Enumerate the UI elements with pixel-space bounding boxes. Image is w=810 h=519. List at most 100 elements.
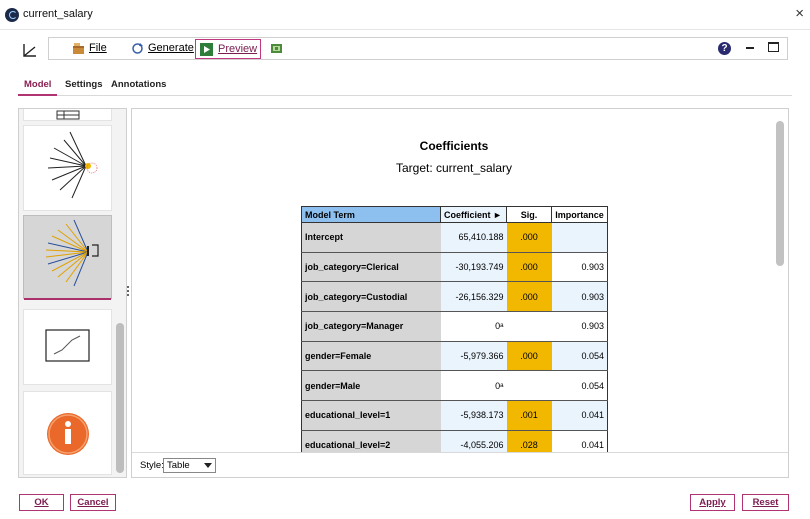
importance-cell: 0.903 bbox=[551, 252, 608, 283]
title-bar: current_salary × bbox=[0, 0, 810, 30]
model-term-cell: Intercept bbox=[301, 222, 441, 253]
thumbnail-table[interactable] bbox=[23, 109, 112, 121]
coefficients-table: Model Term Coefficient ► Sig. Importance… bbox=[301, 206, 608, 452]
tab-bar: Model Settings Annotations bbox=[17, 76, 792, 96]
sig-cell: .028 bbox=[506, 430, 552, 452]
preview-label: Preview bbox=[218, 43, 258, 55]
tab-annotations[interactable]: Annotations bbox=[111, 79, 166, 90]
model-term-cell: job_category=Custodial bbox=[301, 281, 441, 313]
thumbnail-line-chart[interactable] bbox=[23, 309, 112, 385]
thumbnail-scroll-thumb[interactable] bbox=[116, 323, 124, 473]
thumbnail-scrollbar[interactable] bbox=[116, 111, 124, 475]
export-icon bbox=[271, 44, 282, 53]
importance-cell: 0.054 bbox=[551, 370, 608, 402]
reset-label: Reset bbox=[752, 497, 779, 508]
play-icon bbox=[200, 43, 213, 56]
model-term-cell: educational_level=1 bbox=[301, 400, 441, 431]
sig-cell: .000 bbox=[506, 222, 552, 253]
ok-label: OK bbox=[34, 497, 49, 508]
column-header-importance[interactable]: Importance bbox=[551, 206, 608, 223]
coefficients-title: Coefficients bbox=[419, 139, 489, 153]
file-label: File bbox=[89, 42, 107, 54]
importance-cell: 0.054 bbox=[551, 341, 608, 372]
coefficient-cell: -26,156.329 bbox=[440, 281, 507, 313]
model-term-cell: educational_level=2 bbox=[301, 430, 441, 452]
panel-splitter-handle[interactable] bbox=[127, 286, 130, 300]
maximize-icon[interactable] bbox=[768, 42, 779, 52]
sig-cell: .001 bbox=[506, 400, 552, 431]
importance-cell: 0.903 bbox=[551, 311, 608, 342]
style-select-value: Table bbox=[167, 460, 190, 471]
table-row: gender=Male 0ᵃ 0.054 bbox=[301, 370, 608, 402]
content-scrollbar[interactable] bbox=[776, 121, 784, 266]
style-select[interactable]: Table bbox=[163, 458, 216, 473]
model-viewer-panel: Coefficients Target: current_salary Mode… bbox=[131, 108, 789, 478]
window-title: current_salary bbox=[23, 8, 93, 20]
table-row: gender=Female -5,979.366 .000 0.054 bbox=[301, 341, 608, 372]
column-header-coefficient[interactable]: Coefficient ► bbox=[440, 206, 507, 223]
sig-cell bbox=[506, 311, 552, 342]
tab-model[interactable]: Model bbox=[17, 79, 59, 96]
coefficient-cell: -4,055.206 bbox=[440, 430, 507, 452]
column-header-model-term[interactable]: Model Term bbox=[301, 206, 441, 223]
importance-cell bbox=[551, 222, 608, 253]
export-button[interactable] bbox=[270, 40, 284, 58]
file-icon bbox=[73, 43, 84, 54]
info-icon bbox=[47, 413, 89, 455]
model-term-cell: job_category=Manager bbox=[301, 311, 441, 342]
table-row: job_category=Clerical -30,193.749 .000 0… bbox=[301, 252, 608, 283]
apply-label: Apply bbox=[699, 497, 726, 508]
table-row: job_category=Custodial -26,156.329 .000 … bbox=[301, 281, 608, 313]
preview-button[interactable]: Preview bbox=[195, 39, 261, 59]
generate-icon bbox=[132, 43, 143, 54]
sig-cell: .000 bbox=[506, 341, 552, 372]
coefficient-cell: -5,938.173 bbox=[440, 400, 507, 431]
coefficients-target: Target: current_salary bbox=[395, 161, 513, 175]
style-bar: Style: Table bbox=[132, 452, 788, 477]
coefficient-cell: 0ᵃ bbox=[440, 311, 507, 342]
thumbnail-network[interactable] bbox=[23, 125, 112, 211]
network-diagram-icon bbox=[47, 131, 98, 199]
sig-cell: .000 bbox=[506, 252, 552, 283]
tab-settings[interactable]: Settings bbox=[65, 79, 102, 90]
coefficients-view: Coefficients Target: current_salary Mode… bbox=[132, 109, 788, 452]
sig-cell bbox=[506, 370, 552, 402]
app-icon bbox=[5, 8, 19, 22]
thumbnail-info[interactable] bbox=[23, 391, 112, 475]
coefficient-cell: -30,193.749 bbox=[440, 252, 507, 283]
cancel-button[interactable]: Cancel bbox=[70, 494, 116, 511]
reset-button[interactable]: Reset bbox=[742, 494, 789, 511]
cancel-label: Cancel bbox=[77, 497, 109, 508]
table-row: Intercept 65,410.188 .000 bbox=[301, 222, 608, 253]
model-term-cell: gender=Female bbox=[301, 341, 441, 372]
line-chart-icon bbox=[45, 329, 90, 362]
model-term-cell: gender=Male bbox=[301, 370, 441, 402]
thumbnail-coefficients[interactable] bbox=[23, 215, 112, 300]
style-label: Style: bbox=[140, 460, 164, 471]
table-icon bbox=[56, 110, 80, 120]
model-term-cell: job_category=Clerical bbox=[301, 252, 441, 283]
table-row: job_category=Manager 0ᵃ 0.903 bbox=[301, 311, 608, 342]
minimize-icon[interactable] bbox=[745, 41, 755, 51]
column-header-sig[interactable]: Sig. bbox=[506, 206, 552, 223]
importance-cell: 0.903 bbox=[551, 281, 608, 313]
generate-label: Generate bbox=[148, 42, 194, 54]
coefficient-cell: -5,979.366 bbox=[440, 341, 507, 372]
model-nugget-icon bbox=[23, 44, 36, 57]
generate-menu-button[interactable]: Generate bbox=[129, 40, 194, 58]
coefficient-cell: 0ᵃ bbox=[440, 370, 507, 402]
close-icon[interactable]: × bbox=[795, 5, 804, 23]
help-icon[interactable]: ? bbox=[718, 42, 731, 55]
toolbar: File Generate Preview ? bbox=[48, 37, 788, 60]
table-row: educational_level=1 -5,938.173 .001 0.04… bbox=[301, 400, 608, 431]
sig-cell: .000 bbox=[506, 281, 552, 313]
importance-cell: 0.041 bbox=[551, 430, 608, 452]
file-menu-button[interactable]: File bbox=[70, 40, 107, 58]
importance-cell: 0.041 bbox=[551, 400, 608, 431]
chevron-down-icon bbox=[204, 463, 212, 468]
view-thumbnail-panel bbox=[18, 108, 127, 478]
coefficient-cell: 65,410.188 bbox=[440, 222, 507, 253]
table-row: educational_level=2 -4,055.206 .028 0.04… bbox=[301, 430, 608, 452]
ok-button[interactable]: OK bbox=[19, 494, 64, 511]
apply-button[interactable]: Apply bbox=[690, 494, 735, 511]
